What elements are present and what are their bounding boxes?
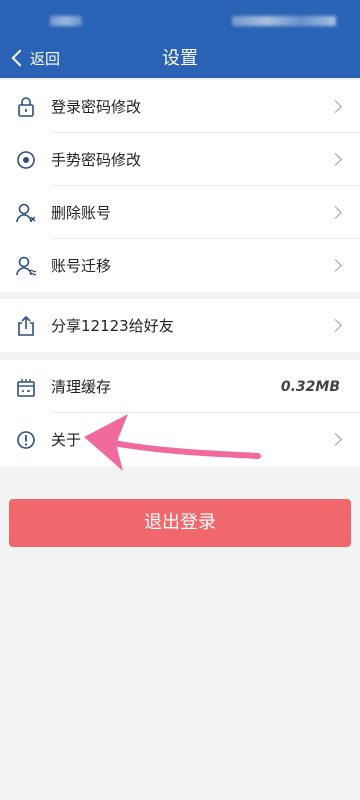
lock-icon (15, 96, 37, 118)
top-app-bar: 返回 设置 (0, 0, 360, 78)
chevron-right-icon (329, 259, 342, 272)
settings-item-clear-cache[interactable]: 清理缓存 0.32MB (0, 360, 360, 413)
status-bar-blurred-left (50, 16, 82, 26)
settings-group-misc: 清理缓存 0.32MB 关于 (0, 360, 360, 466)
settings-item-label: 手势密码修改 (51, 151, 142, 169)
status-bar-blurred-right (232, 16, 336, 26)
target-circle-icon (15, 149, 37, 171)
chevron-right-icon (329, 433, 342, 446)
settings-item-label: 删除账号 (51, 204, 112, 222)
settings-item-label: 账号迁移 (51, 257, 112, 275)
settings-item-delete-account[interactable]: 删除账号 (0, 186, 360, 239)
settings-item-account-migration[interactable]: 账号迁移 (0, 239, 360, 292)
user-remove-icon (15, 202, 37, 224)
settings-item-label: 登录密码修改 (51, 98, 142, 116)
settings-item-share[interactable]: 分享12123给好友 (0, 299, 360, 352)
cache-size-value: 0.32MB (280, 378, 340, 395)
page-title: 设置 (162, 48, 198, 69)
settings-group-share: 分享12123给好友 (0, 299, 360, 352)
chevron-right-icon (329, 153, 342, 166)
settings-item-gesture-password[interactable]: 手势密码修改 (0, 133, 360, 186)
settings-item-label: 清理缓存 (51, 378, 112, 396)
cache-clean-icon (15, 376, 37, 398)
chevron-right-icon (329, 100, 342, 113)
settings-item-label: 关于 (51, 431, 82, 449)
settings-group-account: 登录密码修改 手势密码修改 删除账号 账号迁移 (0, 80, 360, 292)
chevron-right-icon (329, 206, 342, 219)
info-circle-icon (15, 429, 37, 451)
settings-item-label: 分享12123给好友 (51, 317, 174, 335)
logout-button[interactable]: 退出登录 (9, 499, 351, 547)
chevron-right-icon (329, 319, 342, 332)
user-migrate-icon (15, 255, 37, 277)
settings-item-login-password[interactable]: 登录密码修改 (0, 80, 360, 133)
share-icon (15, 315, 37, 337)
settings-item-about[interactable]: 关于 (0, 413, 360, 466)
